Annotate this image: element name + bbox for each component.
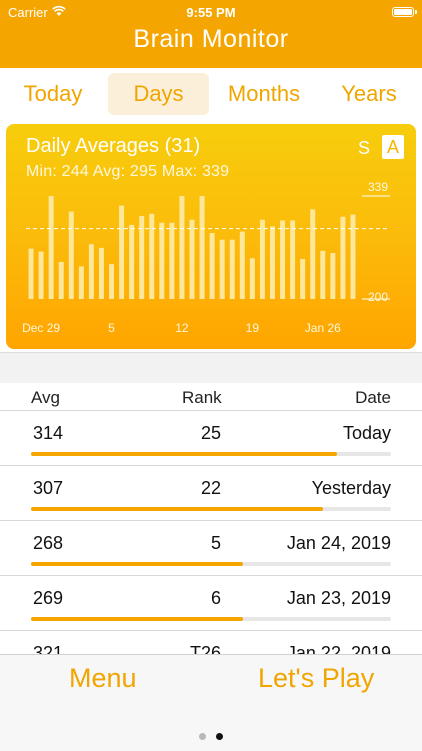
page-indicator[interactable] [0, 727, 422, 745]
chart-bar [78, 266, 84, 299]
x-tick-label: 5 [108, 321, 115, 335]
row-progress-bar [31, 452, 337, 456]
row-progress-track [31, 507, 391, 511]
chart-bar [219, 239, 225, 299]
x-tick-label: 12 [175, 321, 189, 335]
tab-months[interactable]: Months [216, 73, 312, 115]
row-progress-track [31, 617, 391, 621]
chart-bar [88, 244, 94, 299]
row-progress-bar [31, 617, 244, 621]
page-title: Brain Monitor [133, 25, 289, 53]
x-tick-label: Dec 29 [22, 321, 60, 335]
y-tick-label: 200 [368, 290, 388, 304]
chart-bar [38, 251, 44, 299]
row-avg: 314 [33, 423, 64, 443]
daily-averages-card[interactable]: Daily Averages (31) Min: 244 Avg: 295 Ma… [6, 124, 416, 349]
chart-bar [259, 219, 265, 299]
chart-bar [280, 220, 286, 299]
section-divider [0, 352, 422, 383]
chart-bar [159, 222, 165, 299]
chart-bar [249, 258, 255, 299]
row-avg: 269 [33, 588, 64, 608]
tab-days[interactable]: Days [108, 73, 209, 115]
history-list[interactable]: 314 25 Today 307 22 Yesterday 268 5 Jan … [0, 410, 422, 655]
column-header-date: Date [355, 388, 391, 407]
chart-bar [169, 222, 175, 299]
row-rank: 6 [210, 588, 221, 608]
row-progress-bar [31, 507, 323, 511]
chart-bar [269, 226, 275, 299]
status-bar: Carrier 9:55 PM [0, 3, 422, 21]
tab-years[interactable]: Years [328, 73, 410, 115]
chart-bar [58, 261, 64, 299]
x-tick-label: Jan 26 [305, 321, 341, 335]
x-tick-label: 19 [246, 321, 260, 335]
chart-bar [109, 264, 115, 299]
clock: 9:55 PM [186, 5, 236, 20]
tab-today[interactable]: Today [10, 73, 96, 115]
row-rank: 5 [210, 533, 221, 553]
row-avg: 307 [33, 478, 64, 498]
row-date: Today [342, 423, 391, 443]
y-tick-label: 339 [368, 180, 388, 194]
chart-bar [179, 196, 185, 299]
chart-bar [320, 250, 326, 299]
column-header-avg: Avg [31, 388, 60, 407]
table-row[interactable]: 307 22 Yesterday [0, 465, 422, 521]
row-rank: 25 [200, 423, 221, 443]
chart-bar [48, 196, 54, 299]
chart-bar [290, 220, 296, 299]
column-header-rank: Rank [182, 388, 222, 407]
table-row[interactable]: 268 5 Jan 24, 2019 [0, 520, 422, 576]
row-avg: 268 [33, 533, 64, 553]
row-date: Yesterday [311, 478, 391, 498]
chart-bar [129, 224, 135, 299]
chart-bar [209, 233, 215, 299]
chart-bar [300, 258, 306, 299]
daily-averages-chart: 339 200 Dec 29 5 12 19 Jan 26 [22, 180, 390, 335]
row-rank: 22 [200, 478, 221, 498]
period-segmented-control: Today Days Months Years [0, 68, 422, 122]
table-row[interactable]: 314 25 Today [0, 410, 422, 466]
chart-bar [229, 239, 235, 299]
table-row[interactable]: 321 T26 Jan 22, 2019 [0, 630, 422, 655]
navigation-header: Carrier 9:55 PM Brain Monitor [0, 0, 422, 68]
chart-bar [310, 209, 316, 299]
chart-bar [189, 219, 195, 299]
chart-bar [149, 213, 155, 299]
row-date: Jan 23, 2019 [286, 588, 391, 608]
bottom-toolbar: Menu Let's Play [0, 654, 422, 751]
page-dot[interactable] [216, 733, 223, 740]
row-progress-bar [31, 562, 244, 566]
row-progress-track [31, 452, 391, 456]
chart-bar [330, 253, 336, 299]
chart-bar [28, 248, 34, 299]
page-dot[interactable] [199, 733, 206, 740]
chart-bar [98, 247, 104, 299]
battery-icon [392, 7, 417, 17]
chart-bar [68, 211, 74, 299]
menu-button[interactable]: Menu [69, 663, 137, 694]
chart-bar [119, 205, 125, 299]
chart-bar [239, 231, 245, 299]
lets-play-button[interactable]: Let's Play [258, 663, 374, 694]
chart-bar [350, 214, 356, 299]
table-row[interactable]: 269 6 Jan 23, 2019 [0, 575, 422, 631]
row-date: Jan 24, 2019 [286, 533, 391, 553]
row-progress-track [31, 562, 391, 566]
chart-bar [199, 196, 205, 299]
